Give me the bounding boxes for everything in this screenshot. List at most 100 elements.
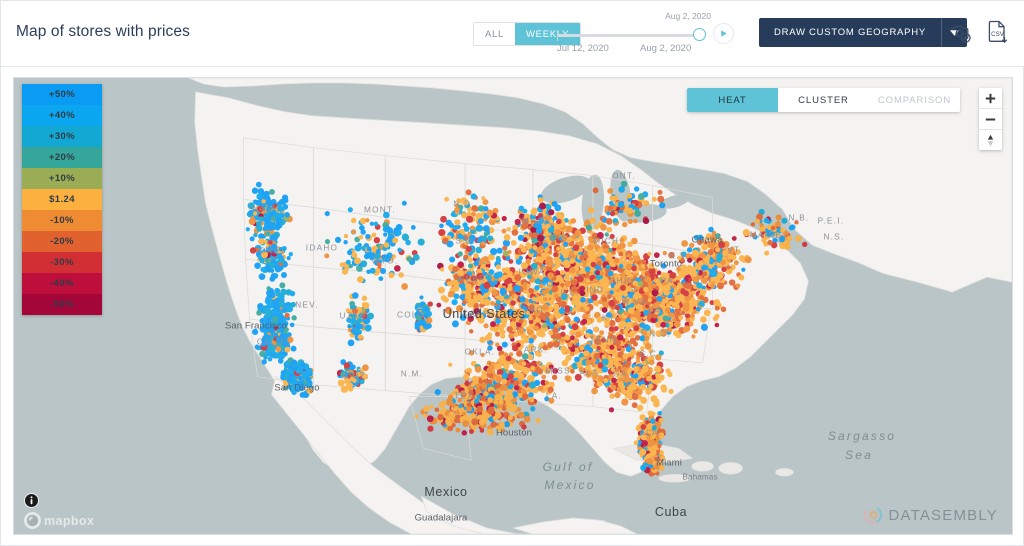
- store-dot: [291, 359, 298, 366]
- screenshot-button[interactable]: [948, 20, 974, 46]
- store-dot: [543, 242, 548, 248]
- store-dot: [597, 290, 602, 295]
- store-dot: [496, 345, 503, 352]
- store-dot: [401, 283, 409, 290]
- store-dot: [495, 318, 501, 324]
- store-dot: [514, 370, 520, 377]
- store-dot: [490, 301, 496, 306]
- store-dot: [569, 335, 575, 341]
- store-dot: [352, 308, 358, 314]
- store-dot: [261, 359, 267, 365]
- store-dot: [465, 245, 472, 252]
- store-dot: [291, 375, 298, 381]
- csv-download-button[interactable]: CSV: [986, 19, 1010, 47]
- slider-track[interactable]: [557, 34, 703, 37]
- store-dot: [691, 334, 696, 339]
- store-dot: [741, 267, 746, 272]
- store-dot: [594, 338, 602, 346]
- store-dot: [617, 334, 624, 341]
- store-dot: [709, 259, 714, 265]
- store-dot: [303, 379, 308, 385]
- store-dot: [645, 388, 652, 395]
- store-dot: [591, 343, 596, 349]
- store-dot: [249, 236, 255, 242]
- map-tab-cluster[interactable]: CLUSTER: [778, 88, 869, 112]
- store-dot: [727, 254, 733, 260]
- legend-band-label: -30%: [50, 257, 74, 268]
- store-dot: [678, 315, 684, 321]
- draw-custom-geography-group[interactable]: DRAW CUSTOM GEOGRAPHY: [759, 18, 967, 47]
- store-dot: [520, 262, 528, 270]
- store-dot: [394, 265, 401, 272]
- store-dot: [351, 229, 356, 235]
- store-dot: [721, 278, 726, 284]
- store-dot: [253, 232, 258, 238]
- map-container[interactable]: WASH. ORE. IDAHO MONT. WYO. NEV. UTAH COLO. CALI…: [13, 77, 1013, 535]
- store-dot: [607, 205, 614, 212]
- store-dot: [642, 217, 650, 225]
- store-dot: [632, 293, 640, 301]
- map-tab-heat[interactable]: HEAT: [687, 88, 778, 112]
- store-dot: [587, 244, 594, 251]
- store-dot: [496, 382, 502, 388]
- store-dot: [392, 237, 399, 244]
- store-dot: [596, 345, 601, 351]
- store-dot: [558, 319, 566, 326]
- map-mode-tabs[interactable]: HEAT CLUSTER COMPARISON: [687, 88, 960, 112]
- legend-band-label: +40%: [48, 110, 76, 121]
- date-range-slider[interactable]: Aug 2, 2020 Jul 12, 2020 Aug 2, 2020: [557, 11, 711, 57]
- store-dot: [571, 323, 579, 331]
- store-dot: [463, 254, 469, 260]
- store-dot: [324, 238, 331, 245]
- store-dot: [695, 306, 701, 312]
- store-dot: [560, 309, 566, 314]
- store-dot: [504, 279, 510, 285]
- store-dot: [634, 210, 642, 217]
- store-dot: [455, 427, 461, 433]
- store-dot: [472, 280, 478, 285]
- store-dot: [513, 284, 521, 293]
- store-dot: [259, 350, 266, 357]
- store-dot: [714, 305, 720, 311]
- zoom-out-button[interactable]: [979, 109, 1002, 130]
- store-dot: [506, 401, 513, 408]
- store-dot: [551, 201, 558, 207]
- frequency-option-all[interactable]: ALL: [474, 23, 516, 45]
- store-dot: [513, 385, 520, 391]
- map-canvas[interactable]: [14, 78, 1012, 534]
- map-zoom-controls[interactable]: [979, 88, 1002, 150]
- zoom-in-button[interactable]: [979, 88, 1002, 109]
- store-dot: [468, 350, 475, 356]
- store-dot: [334, 236, 342, 243]
- store-dot: [627, 307, 635, 315]
- legend-band: +40%: [22, 105, 102, 126]
- compass-reset-button[interactable]: [979, 130, 1002, 150]
- store-dot: [611, 241, 619, 248]
- store-dot: [548, 209, 555, 216]
- slider-handle[interactable]: [693, 28, 706, 41]
- store-dot: [351, 313, 357, 319]
- csv-icon-text: CSV: [991, 31, 1005, 38]
- store-dot: [503, 363, 510, 370]
- store-dot: [245, 227, 250, 232]
- store-dot: [468, 390, 474, 396]
- play-button[interactable]: [713, 23, 734, 44]
- store-dot: [271, 234, 278, 241]
- store-dot: [274, 212, 281, 219]
- draw-custom-geography-button[interactable]: DRAW CUSTOM GEOGRAPHY: [759, 18, 941, 47]
- store-dot: [503, 267, 511, 274]
- store-dot: [641, 365, 649, 373]
- store-dot: [488, 310, 496, 317]
- store-dot: [560, 293, 568, 301]
- store-dot: [537, 257, 544, 263]
- store-dot: [486, 367, 494, 374]
- store-dot: [716, 282, 724, 290]
- store-dot: [570, 285, 578, 293]
- store-dot: [511, 229, 519, 236]
- store-dot: [463, 226, 470, 232]
- store-dot: [603, 247, 610, 254]
- store-dot: [490, 321, 497, 328]
- store-dot: [601, 307, 608, 313]
- store-dot: [553, 252, 559, 258]
- store-dot: [564, 260, 570, 266]
